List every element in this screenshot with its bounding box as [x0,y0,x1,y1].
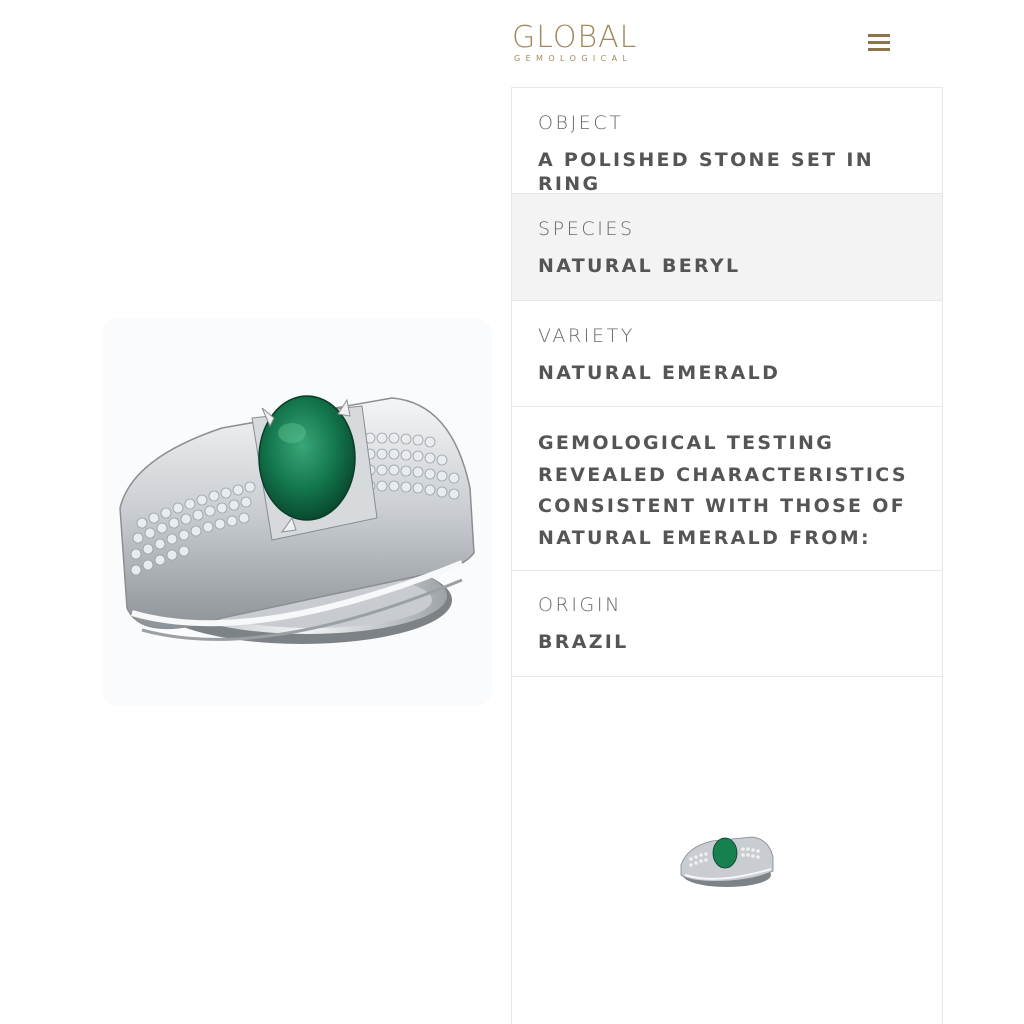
object-value: A POLISHED STONE SET IN RING [538,149,874,195]
variety-label: VARIETY [538,325,636,347]
ring-thumbnail[interactable] [677,825,777,891]
spec-row-variety: VARIETY NATURAL EMERALD [512,301,942,407]
spec-row-object: OBJECT A POLISHED STONE SET IN RING [512,88,942,195]
origin-value: BRAZIL [538,631,629,653]
global-gemological-logo[interactable]: GLOBAL GEMOLOGICAL [512,20,652,66]
spec-row-species: SPECIES NATURAL BERYL [512,194,942,301]
emerald-ring-photo-icon [119,395,475,644]
emerald-ring-thumbnail-icon [680,836,774,887]
object-label: OBJECT [538,112,624,134]
logo-wordmark: GLOBAL [512,20,638,55]
spec-row-origin: ORIGIN BRAZIL [512,571,942,677]
species-value: NATURAL BERYL [538,255,741,277]
product-image [102,318,492,706]
variety-value: NATURAL EMERALD [538,362,781,384]
testing-statement: GEMOLOGICAL TESTING REVEALED CHARACTERIS… [538,432,908,549]
gem-report-panel: OBJECT A POLISHED STONE SET IN RING SPEC… [511,87,943,1024]
spec-row-testing: GEMOLOGICAL TESTING REVEALED CHARACTERIS… [512,407,942,571]
page: GLOBAL GEMOLOGICAL OBJECT A POLISHED STO… [0,0,1024,1024]
species-label: SPECIES [538,218,635,240]
logo-subtitle: GEMOLOGICAL [514,54,633,63]
hamburger-menu-icon[interactable] [866,32,892,54]
origin-label: ORIGIN [538,594,622,616]
